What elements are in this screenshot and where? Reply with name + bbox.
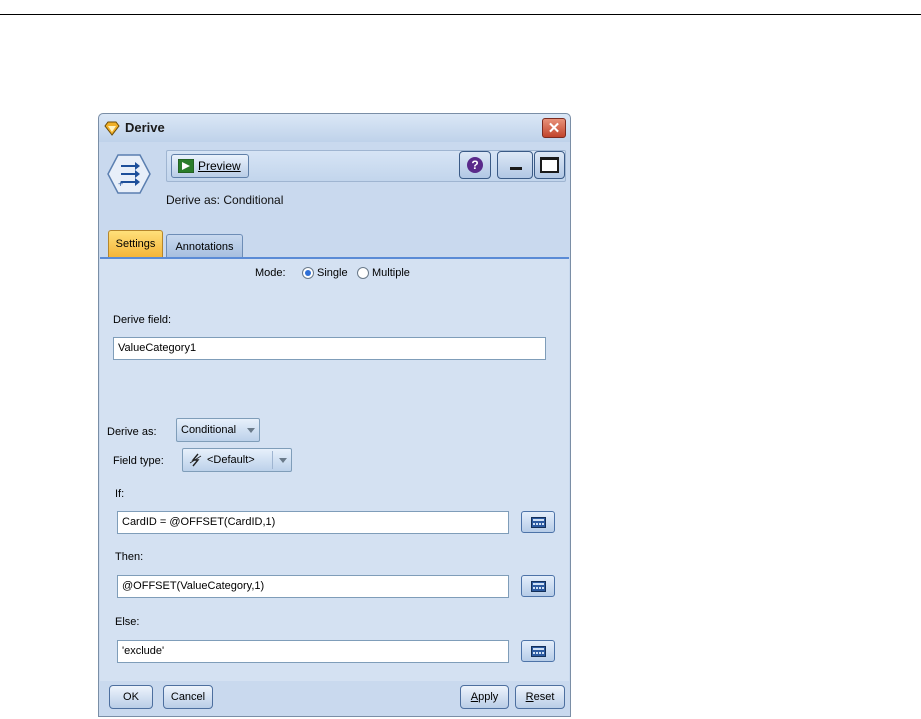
mode-label: Mode: [255, 267, 286, 279]
derive-as-summary: Derive as: Conditional [166, 193, 284, 207]
apply-button[interactable]: Apply [460, 685, 509, 709]
page-top-rule [0, 14, 921, 15]
derive-as-label: Derive as: [107, 426, 157, 438]
else-expression-builder-button[interactable] [521, 640, 555, 662]
settings-panel: Mode: Single Multiple Derive field: Valu… [100, 259, 569, 681]
calculator-icon [531, 581, 546, 592]
dialog-footer: OK Cancel Apply Reset [100, 681, 569, 716]
calculator-icon [531, 517, 546, 528]
preview-button[interactable]: Preview [171, 154, 249, 178]
if-expression-builder-button[interactable] [521, 511, 555, 533]
minimize-icon [510, 167, 522, 170]
derive-as-value: Conditional [181, 424, 237, 436]
tab-annotations[interactable]: Annotations [166, 234, 243, 257]
field-type-value: <Default> [207, 454, 255, 466]
calculator-icon [531, 646, 546, 657]
help-icon: ? [467, 157, 483, 173]
ok-button[interactable]: OK [109, 685, 153, 709]
derive-as-dropdown[interactable]: Conditional [176, 418, 260, 442]
help-button[interactable]: ? [459, 151, 491, 179]
cancel-button[interactable]: Cancel [163, 685, 213, 709]
else-label: Else: [115, 616, 140, 628]
derive-node-icon: + [107, 154, 151, 194]
maximize-button[interactable] [534, 151, 565, 179]
derive-field-label: Derive field: [113, 314, 172, 326]
dropdown-separator [272, 451, 273, 469]
title-bar[interactable]: Derive ✕ [99, 114, 570, 142]
if-expression-input[interactable]: CardID = @OFFSET(CardID,1) [117, 511, 509, 534]
then-label: Then: [115, 551, 144, 563]
derive-node-diamond-icon [104, 121, 120, 136]
close-button[interactable]: ✕ [542, 118, 566, 138]
field-type-label: Field type: [113, 455, 164, 467]
then-expression-input[interactable]: @OFFSET(ValueCategory,1) [117, 575, 509, 598]
mode-single-radio[interactable] [302, 267, 314, 279]
node-toolbar: Preview ? [166, 150, 566, 182]
field-type-dropdown[interactable]: <Default> [182, 448, 292, 472]
maximize-icon [540, 157, 559, 173]
reset-button[interactable]: Reset [515, 685, 565, 709]
svg-text:+: + [118, 179, 123, 189]
minimize-button[interactable] [497, 151, 533, 179]
else-expression-input[interactable]: 'exclude' [117, 640, 509, 663]
tab-settings[interactable]: Settings [108, 230, 163, 257]
then-expression-builder-button[interactable] [521, 575, 555, 597]
mode-single-label[interactable]: Single [317, 267, 348, 279]
window-title: Derive [125, 120, 165, 135]
derive-field-input[interactable]: ValueCategory1 [113, 337, 546, 360]
chevron-down-icon [279, 458, 287, 463]
lightning-bolt-icon [189, 453, 202, 467]
mode-multiple-radio[interactable] [357, 267, 369, 279]
if-label: If: [115, 488, 125, 500]
node-header: + Preview ? Derive as: Conditional [100, 142, 569, 222]
mode-multiple-label[interactable]: Multiple [372, 267, 410, 279]
preview-label: Preview [198, 159, 241, 173]
derive-dialog: Derive ✕ + Preview ? Derive as: Conditio… [98, 113, 571, 717]
chevron-down-icon [247, 428, 255, 433]
close-icon: ✕ [547, 120, 561, 137]
tab-strip: Settings Annotations [100, 222, 569, 259]
preview-play-icon [178, 159, 194, 173]
